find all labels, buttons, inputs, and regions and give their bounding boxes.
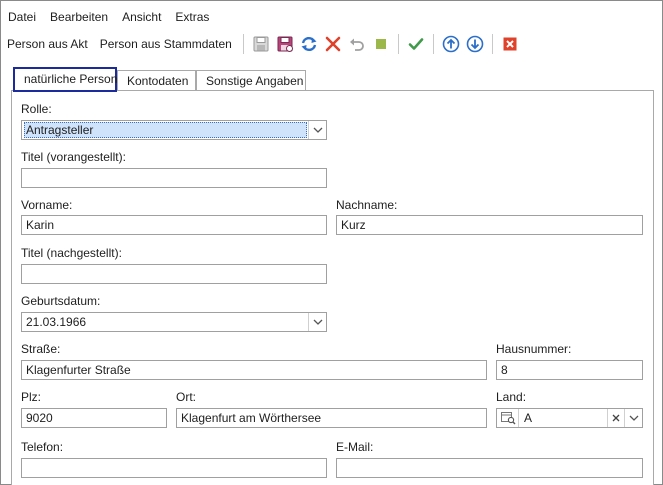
save-icon — [253, 36, 269, 52]
land-lookup[interactable]: A — [496, 408, 643, 428]
titel-nachgestellt-label: Titel (nachgestellt): — [21, 246, 122, 260]
land-label: Land: — [496, 390, 527, 404]
strasse-label: Straße: — [21, 342, 61, 356]
ort-label: Ort: — [176, 390, 196, 404]
clear-icon[interactable] — [607, 409, 623, 427]
rolle-value: Antragsteller — [26, 123, 94, 137]
nachname-input[interactable]: Kurz — [336, 215, 643, 235]
move-down-button[interactable] — [464, 33, 486, 55]
email-input[interactable] — [336, 458, 643, 478]
toolbar-separator — [242, 34, 244, 54]
save-button[interactable] — [250, 33, 272, 55]
vorname-label: Vorname: — [21, 198, 73, 212]
hausnummer-input[interactable]: 8 — [496, 360, 643, 380]
undo-icon — [349, 38, 364, 51]
stop-icon — [375, 39, 386, 49]
chevron-down-icon[interactable] — [308, 121, 326, 139]
move-up-button[interactable] — [440, 33, 462, 55]
vorname-input[interactable]: Karin — [21, 215, 327, 235]
toolbar-separator — [432, 34, 434, 54]
undo-button[interactable] — [346, 33, 368, 55]
ort-input[interactable]: Klagenfurt am Wörthersee — [176, 408, 487, 428]
close-button[interactable] — [499, 33, 521, 55]
menu-ansicht[interactable]: Ansicht — [115, 7, 168, 27]
rolle-select[interactable]: Antragsteller — [21, 120, 327, 140]
geburtsdatum-value: 21.03.1966 — [26, 315, 87, 329]
toolbar-separator — [491, 34, 493, 54]
confirm-icon — [408, 38, 424, 50]
move-up-icon — [442, 35, 460, 53]
menu-extras[interactable]: Extras — [168, 7, 216, 27]
menu-datei[interactable]: Datei — [1, 7, 43, 27]
rolle-label: Rolle: — [21, 102, 52, 116]
delete-icon — [325, 36, 341, 52]
plz-label: Plz: — [21, 390, 42, 404]
lookup-search-icon[interactable] — [498, 409, 519, 427]
delete-button[interactable] — [322, 33, 344, 55]
tab-natuerliche-person[interactable]: natürliche Person — [13, 67, 117, 92]
plz-input[interactable]: 9020 — [21, 408, 167, 428]
chevron-down-icon[interactable] — [624, 409, 642, 427]
tab-kontodaten[interactable]: Kontodaten — [117, 70, 196, 92]
toolbar: Person aus Akt Person aus Stammdaten — [1, 32, 522, 56]
hausnummer-label: Hausnummer: — [496, 342, 572, 356]
email-label: E-Mail: — [336, 440, 374, 454]
application-window: Datei Bearbeiten Ansicht Extras Person a… — [0, 0, 663, 485]
move-down-icon — [466, 35, 484, 53]
chevron-down-icon[interactable] — [308, 313, 326, 331]
land-value: A — [524, 411, 533, 425]
save-as-icon — [277, 36, 293, 52]
close-icon — [503, 37, 517, 51]
telefon-label: Telefon: — [21, 440, 64, 454]
refresh-button[interactable] — [298, 33, 320, 55]
toolbar-separator — [397, 34, 399, 54]
stop-button[interactable] — [370, 33, 392, 55]
confirm-button[interactable] — [405, 33, 427, 55]
geburtsdatum-picker[interactable]: 21.03.1966 — [21, 312, 327, 332]
refresh-icon — [301, 36, 317, 52]
menu-bearbeiten[interactable]: Bearbeiten — [43, 7, 115, 27]
strasse-input[interactable]: Klagenfurter Straße — [21, 360, 487, 380]
menu-bar: Datei Bearbeiten Ansicht Extras — [1, 7, 216, 27]
geburtsdatum-label: Geburtsdatum: — [21, 294, 101, 308]
person-aus-akt-button[interactable]: Person aus Akt — [1, 33, 94, 55]
telefon-input[interactable] — [21, 458, 327, 478]
titel-nachgestellt-input[interactable] — [21, 264, 327, 284]
person-aus-stammdaten-button[interactable]: Person aus Stammdaten — [94, 33, 238, 55]
tab-sonstige-angaben[interactable]: Sonstige Angaben — [196, 70, 306, 92]
nachname-label: Nachname: — [336, 198, 398, 212]
titel-vorangestellt-label: Titel (vorangestellt): — [21, 150, 126, 164]
titel-vorangestellt-input[interactable] — [21, 168, 327, 188]
save-as-button[interactable] — [274, 33, 296, 55]
